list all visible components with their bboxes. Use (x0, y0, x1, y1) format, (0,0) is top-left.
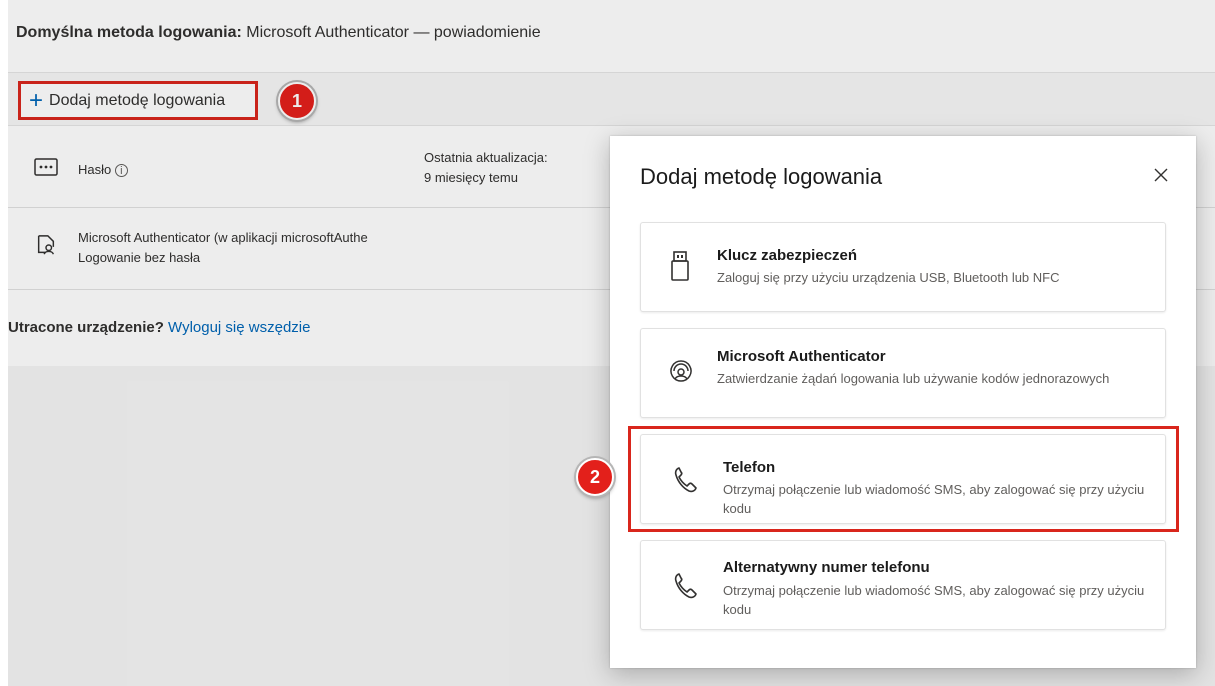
option-title: Klucz zabezpieczeń (717, 247, 858, 264)
option-desc: Zaloguj się przy użyciu urządzenia USB, … (717, 270, 1060, 285)
option-security-key[interactable]: Klucz zabezpieczeń Zaloguj się przy użyc… (640, 222, 1166, 312)
dialog-title: Dodaj metodę logowania (640, 164, 883, 189)
option-desc: Zatwierdzanie żądań logowania lub używan… (717, 371, 1110, 386)
step-badge-2: 2 (576, 458, 614, 496)
option-title: Microsoft Authenticator (717, 348, 886, 365)
option-alternate-phone[interactable]: Alternatywny numer telefonu Otrzymaj poł… (640, 540, 1166, 630)
security-key-icon (671, 251, 689, 281)
phone-icon (674, 573, 697, 599)
highlight-phone-option (628, 426, 1179, 532)
close-icon[interactable] (1150, 164, 1172, 186)
option-desc: Otrzymaj połączenie lub wiadomość SMS, a… (723, 583, 1145, 617)
authenticator-icon (670, 360, 692, 382)
option-title: Alternatywny numer telefonu (723, 559, 930, 576)
option-authenticator[interactable]: Microsoft Authenticator Zatwierdzanie żą… (640, 328, 1166, 418)
security-info-page: Domyślna metoda logowania: Microsoft Aut… (0, 0, 1215, 686)
add-method-dialog: Dodaj metodę logowania Klucz zabezpiecze… (610, 136, 1196, 668)
